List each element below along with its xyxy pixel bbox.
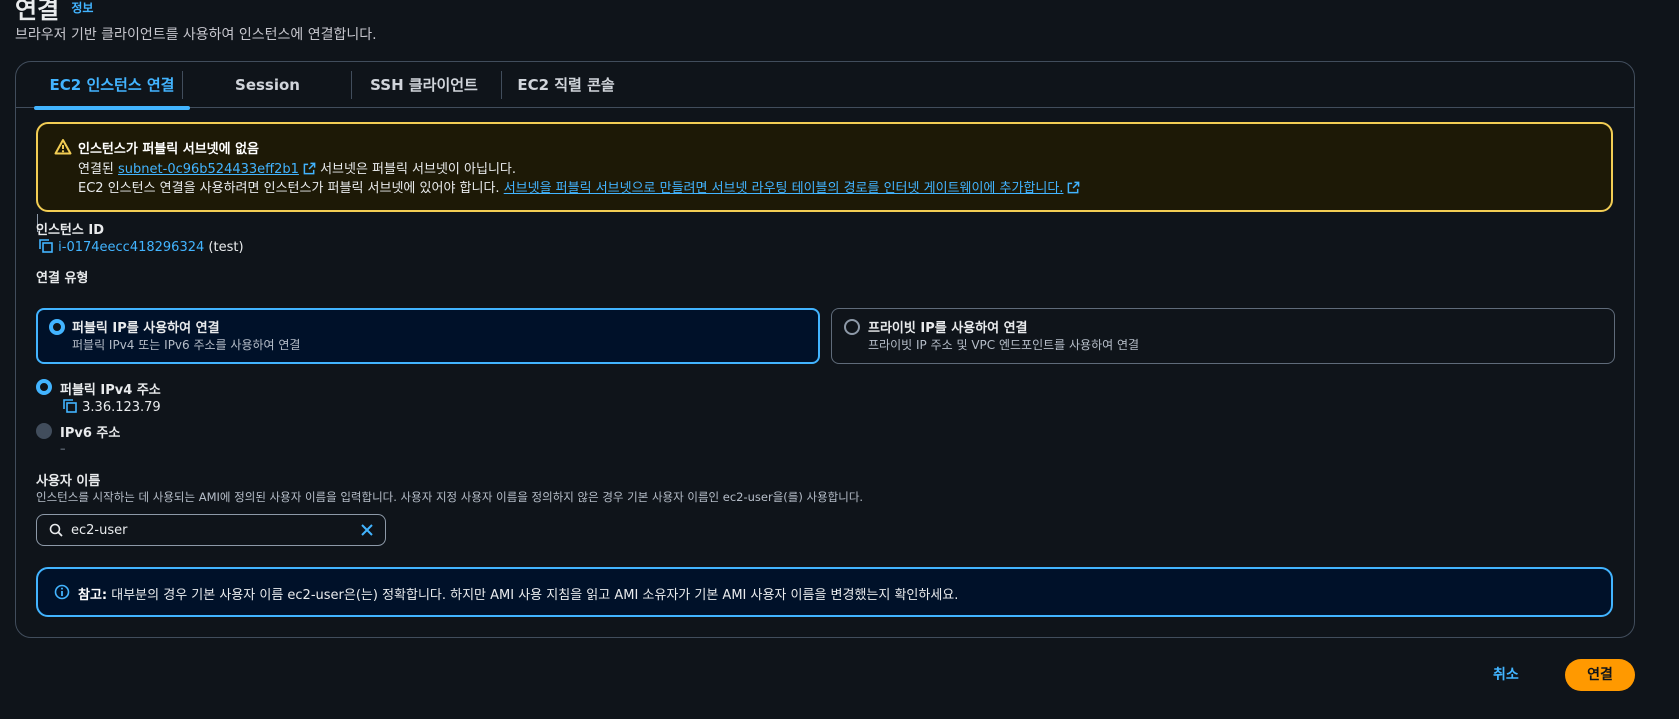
connection-type-public-ip[interactable]: 퍼블릭 IP를 사용하여 연결 퍼블릭 IPv4 또는 IPv6 주소를 사용하… (36, 308, 820, 364)
copy-icon[interactable] (62, 398, 78, 414)
warning-text: 서브넷은 퍼블릭 서브넷이 아닙니다. (320, 162, 516, 177)
username-description: 인스턴스를 시작하는 데 사용되는 AMI에 정의된 사용자 이름을 입력합니다… (36, 490, 864, 504)
public-ipv4-label: 퍼블릭 IPv4 주소 (60, 383, 161, 398)
tab-ec2-instance-connect[interactable]: EC2 인스턴스 연결 (34, 62, 190, 110)
radio-button[interactable] (49, 319, 65, 335)
instance-id-label: 인스턴스 ID (36, 223, 104, 238)
route-table-link[interactable]: 서브넷을 퍼블릭 서브넷으로 만들려면 서브넷 라우팅 테이블의 경로를 인터넷… (504, 181, 1064, 196)
tile-title: 퍼블릭 IP를 사용하여 연결 (72, 321, 220, 336)
tab-session-manager[interactable]: Session Manager (196, 62, 339, 140)
warning-text: 연결된 (78, 162, 114, 177)
tab-ssh-client[interactable]: SSH 클라이언트 (364, 62, 484, 108)
warning-line-instructions: EC2 인스턴스 연결을 사용하려면 인스턴스가 퍼블릭 서브넷에 있어야 합니… (78, 177, 1080, 196)
external-link-icon (303, 162, 316, 175)
public-ipv4-value: 3.36.123.79 (82, 400, 161, 415)
subnet-link[interactable]: subnet-0c96b524433eff2b1 (118, 162, 299, 177)
ipv6-value: – (60, 442, 66, 455)
radio-button[interactable] (844, 319, 860, 335)
info-icon (54, 584, 70, 600)
instance-name: (test) (208, 240, 244, 255)
connect-panel: EC2 인스턴스 연결 Session Manager SSH 클라이언트 EC… (15, 61, 1635, 638)
instance-id-row: i-0174eecc418296324 (test) (38, 238, 244, 255)
ipv6-label: IPv6 주소 (60, 426, 121, 441)
tile-description: 퍼블릭 IPv4 또는 IPv6 주소를 사용하여 연결 (72, 338, 301, 352)
info-label: 참고: (78, 588, 108, 603)
radio-public-ipv4[interactable] (36, 379, 52, 395)
warning-line-subnet: 연결된 subnet-0c96b524433eff2b1 서브넷은 퍼블릭 서브… (78, 158, 516, 177)
copy-icon[interactable] (38, 238, 54, 254)
page-title: 연결 (15, 0, 60, 24)
connect-button[interactable]: 연결 (1565, 659, 1635, 691)
warning-icon (54, 139, 72, 155)
clear-icon[interactable] (359, 522, 375, 538)
tile-title: 프라이빗 IP를 사용하여 연결 (868, 321, 1028, 336)
page-description: 브라우저 기반 클라이언트를 사용하여 인스턴스에 연결합니다. (15, 27, 377, 43)
connection-type-private-ip[interactable]: 프라이빗 IP를 사용하여 연결 프라이빗 IP 주소 및 VPC 엔드포인트를… (831, 308, 1615, 364)
tab-bar: EC2 인스턴스 연결 Session Manager SSH 클라이언트 EC… (16, 62, 1634, 140)
search-icon (49, 523, 63, 537)
tab-divider (351, 71, 352, 99)
tab-divider (182, 71, 183, 99)
tab-ec2-serial-console[interactable]: EC2 직렬 콘솔 (516, 62, 616, 108)
username-field[interactable] (36, 514, 386, 546)
cancel-button[interactable]: 취소 (1493, 660, 1519, 690)
radio-ipv6[interactable] (36, 423, 52, 439)
warning-title: 인스턴스가 퍼블릭 서브넷에 없음 (78, 142, 260, 157)
external-link-icon (1068, 181, 1080, 194)
connection-type-label: 연결 유형 (36, 271, 89, 286)
username-input[interactable] (71, 515, 351, 545)
page-header: 연결 정보 (15, 0, 93, 25)
instance-id-link[interactable]: i-0174eecc418296324 (58, 240, 204, 255)
warning-alert: 인스턴스가 퍼블릭 서브넷에 없음 연결된 subnet-0c96b524433… (36, 122, 1613, 212)
warning-text: EC2 인스턴스 연결을 사용하려면 인스턴스가 퍼블릭 서브넷에 있어야 합니… (78, 181, 500, 196)
info-text: 참고: 대부분의 경우 기본 사용자 이름 ec2-user은(는) 정확합니다… (78, 584, 958, 603)
info-link[interactable]: 정보 (71, 1, 93, 15)
info-body: 대부분의 경우 기본 사용자 이름 ec2-user은(는) 정확합니다. 하지… (111, 588, 959, 603)
tab-divider (501, 71, 502, 99)
tile-description: 프라이빗 IP 주소 및 VPC 엔드포인트를 사용하여 연결 (868, 338, 1140, 352)
username-label: 사용자 이름 (36, 474, 101, 489)
info-alert: 참고: 대부분의 경우 기본 사용자 이름 ec2-user은(는) 정확합니다… (36, 567, 1613, 617)
public-ipv4-row: 3.36.123.79 (62, 398, 161, 415)
